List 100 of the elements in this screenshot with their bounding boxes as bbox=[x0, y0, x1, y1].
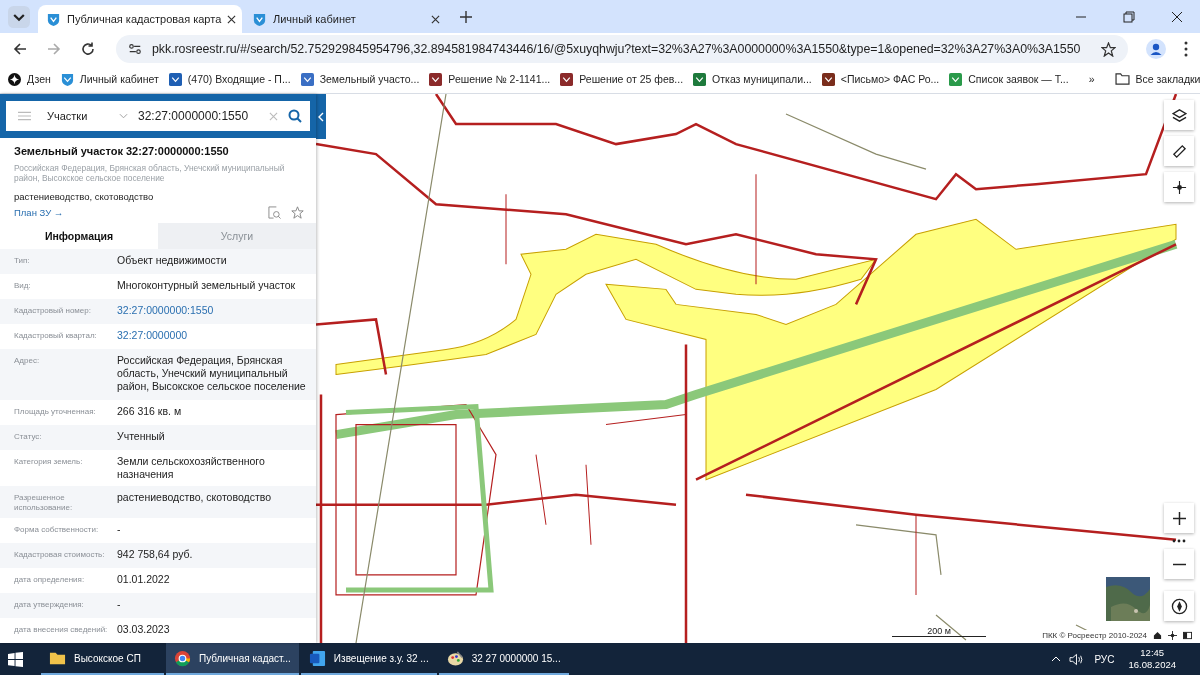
scale-label: 200 м bbox=[927, 626, 951, 636]
taskbar-button[interactable]: Публичная кадаст... bbox=[166, 643, 299, 675]
emblem-icon bbox=[46, 11, 61, 27]
address-bar[interactable]: pkk.rosreestr.ru/#/search/52.752929845954796,32.894581984743446/16/@5xuyqhwju?text=32%3A27%3A0000000%3A1550&type=1&opened=32%3A27%3A0%3A1550 bbox=[116, 35, 1128, 63]
restore-icon[interactable] bbox=[1123, 10, 1135, 23]
bookmark-icon bbox=[60, 72, 74, 86]
field-value: Земли сельскохозяйственного назначения bbox=[117, 455, 266, 481]
tab-search-icon[interactable] bbox=[8, 5, 30, 28]
bookmark[interactable]: Личный кабинет bbox=[60, 72, 159, 86]
field-value: - bbox=[117, 523, 121, 536]
field-value: Учтенный bbox=[117, 430, 165, 443]
start-icon[interactable] bbox=[8, 651, 23, 667]
field-value: 03.03.2023 bbox=[117, 623, 170, 636]
bookmark-icon bbox=[429, 72, 443, 86]
taskbar-button[interactable]: 32 27 0000000 15... bbox=[438, 643, 569, 675]
search-field[interactable]: Участки 32:27:0000000:1550 bbox=[6, 101, 310, 131]
bookmark-icon bbox=[168, 72, 182, 86]
search-icon[interactable] bbox=[288, 109, 302, 123]
field-value: 942 758,64 руб. bbox=[117, 548, 193, 561]
compass-icon bbox=[1170, 597, 1188, 615]
profile-icon[interactable] bbox=[1146, 39, 1166, 59]
field-label: Кадастровый номер: bbox=[14, 305, 92, 316]
app-icon bbox=[308, 649, 326, 667]
compass-button[interactable] bbox=[1164, 591, 1194, 621]
plan-link[interactable]: План ЗУ → bbox=[14, 207, 64, 218]
field-value: Российская Федерация, Брянская область, Унечский муниципальный район, Высокское сельское поселение bbox=[117, 354, 306, 393]
browser-tab[interactable]: Личный кабинет bbox=[244, 5, 448, 33]
bookmark[interactable]: <Письмо> ФАС Ро... bbox=[821, 72, 940, 86]
clock-time: 12:45 bbox=[1140, 647, 1165, 659]
app-icon bbox=[446, 649, 464, 667]
bookmark-icon bbox=[949, 72, 963, 86]
collapse-panel-button[interactable] bbox=[316, 94, 326, 139]
ruler-button[interactable] bbox=[1164, 136, 1194, 166]
field-label: дата внесения сведений: bbox=[14, 624, 109, 635]
close-icon[interactable] bbox=[431, 14, 440, 24]
chevron-up-icon[interactable] bbox=[1051, 656, 1062, 662]
reload-icon[interactable] bbox=[80, 41, 96, 57]
ruler-icon bbox=[1171, 143, 1187, 159]
site-settings-icon[interactable] bbox=[128, 42, 142, 56]
emblem-icon bbox=[252, 11, 267, 27]
bookmark-icon bbox=[560, 72, 574, 86]
field-value: Многоконтурный земельный участок bbox=[117, 279, 296, 292]
home-icon[interactable] bbox=[1153, 631, 1162, 640]
folder-icon bbox=[1114, 73, 1130, 85]
back-icon[interactable] bbox=[12, 41, 28, 57]
window-icon[interactable] bbox=[1183, 631, 1192, 640]
field-label: Кадастровая стоимость: bbox=[14, 549, 106, 560]
taskbar-button[interactable]: Высокское СП bbox=[41, 643, 164, 675]
all-bookmarks-button[interactable]: Все закладки bbox=[1114, 73, 1200, 85]
bookmark-icon bbox=[693, 72, 707, 86]
layers-icon bbox=[1171, 107, 1187, 123]
field-link[interactable]: 32:27:0000000 bbox=[117, 329, 188, 342]
app-icon bbox=[174, 649, 191, 667]
locate-button[interactable] bbox=[1164, 172, 1194, 202]
field-label: Форма собственности: bbox=[14, 524, 100, 535]
menu-icon[interactable] bbox=[1184, 41, 1188, 57]
taskbar-button[interactable]: Извещение з.у. 32 ... bbox=[300, 643, 437, 675]
field-label: Статус: bbox=[14, 431, 43, 442]
parcel-title: Земельный участок 32:27:0000000:1550 bbox=[14, 145, 230, 157]
bookmark[interactable]: Земельный участо... bbox=[300, 72, 420, 86]
crosshair-icon bbox=[1171, 179, 1187, 195]
field-link[interactable]: 32:27:0000000:1550 bbox=[117, 304, 214, 317]
field-label: Вид: bbox=[14, 280, 32, 291]
more-bookmarks-button[interactable]: » bbox=[1088, 73, 1095, 85]
close-icon[interactable] bbox=[227, 14, 237, 24]
bookmark[interactable]: (470) Входящие - П... bbox=[168, 72, 291, 86]
bookmark-icon bbox=[8, 72, 21, 86]
bookmark-star-icon[interactable] bbox=[1101, 41, 1116, 57]
speaker-icon[interactable] bbox=[1069, 652, 1085, 666]
bookmark[interactable]: Отказ муниципали... bbox=[693, 72, 812, 86]
chevron-left-icon bbox=[318, 111, 324, 122]
field-label: Тип: bbox=[14, 255, 31, 266]
more-icon[interactable] bbox=[1172, 539, 1186, 543]
bookmark[interactable]: Дзен bbox=[8, 72, 51, 86]
field-value: растениеводство, скотоводство bbox=[117, 491, 271, 504]
star-icon[interactable] bbox=[291, 206, 304, 219]
field-label: Кадастровый квартал: bbox=[14, 330, 98, 341]
field-label: Категория земель: bbox=[14, 456, 84, 467]
field-label: Разрешенное использование: bbox=[14, 492, 74, 513]
new-tab-icon[interactable] bbox=[460, 10, 472, 23]
category-dropdown[interactable]: Участки bbox=[47, 110, 109, 122]
layers-button[interactable] bbox=[1164, 100, 1194, 130]
parcel-address: Российская Федерация, Брянская область, Унечский муниципальный район, Высокское сельское поселение bbox=[14, 163, 286, 183]
input-language[interactable]: РУС bbox=[1094, 653, 1115, 665]
bookmark-icon bbox=[300, 72, 314, 86]
bookmark[interactable]: Решение № 2-1141... bbox=[429, 72, 551, 86]
crosshair-icon[interactable] bbox=[1168, 631, 1177, 640]
field-value: 266 316 кв. м bbox=[117, 405, 182, 418]
close-icon[interactable] bbox=[1171, 10, 1183, 23]
field-label: Площадь уточненная: bbox=[14, 406, 97, 417]
browser-tab[interactable]: Публичная кадастровая карта bbox=[38, 5, 242, 33]
field-label: Адрес: bbox=[14, 355, 41, 366]
field-label: дата определения: bbox=[14, 574, 86, 585]
copyright-text: ПКК © Росреестр 2010-2024 bbox=[1042, 631, 1147, 640]
field-label: дата утверждения: bbox=[14, 599, 85, 610]
bookmark[interactable]: Решение от 25 фев... bbox=[560, 72, 684, 86]
field-value: 01.01.2022 bbox=[117, 573, 170, 586]
zoom-in-button[interactable] bbox=[1164, 503, 1194, 533]
bookmark[interactable]: Список заявок — Т... bbox=[949, 72, 1069, 86]
plus-icon bbox=[1172, 511, 1186, 525]
